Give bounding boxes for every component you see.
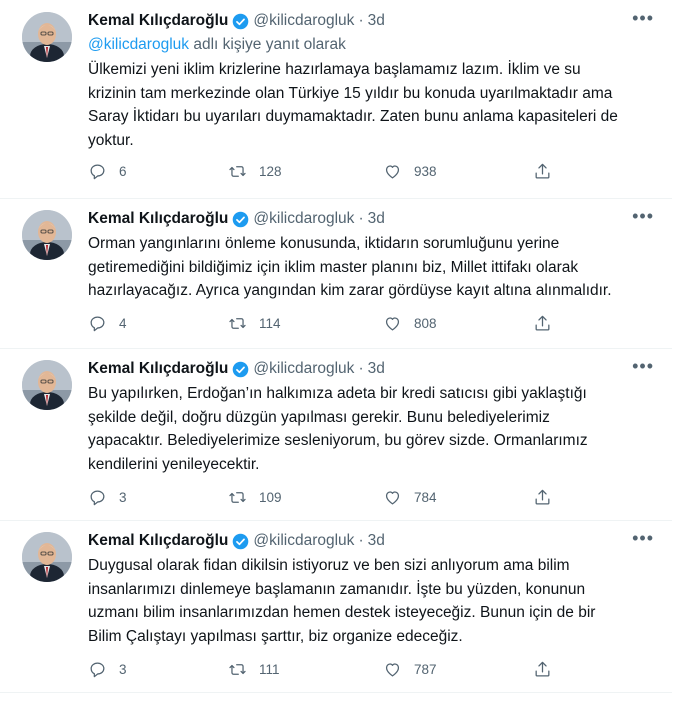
retweet-icon: [229, 165, 246, 177]
like-button[interactable]: 938: [383, 162, 437, 181]
tweet-actions: 6 128 938: [88, 160, 568, 182]
share-button[interactable]: [533, 660, 552, 679]
tweet[interactable]: Kemal Kılıçdaroğlu @kilicdarogluk · 3d •…: [0, 348, 672, 521]
avatar[interactable]: [22, 12, 72, 62]
like-count: 784: [414, 489, 437, 505]
tweet-text: Ülkemizi yeni iklim krizlerine hazırlama…: [88, 61, 618, 149]
verified-badge-icon: [232, 13, 249, 30]
heart-icon: [385, 490, 400, 504]
share-icon: [535, 315, 550, 330]
avatar[interactable]: [22, 532, 72, 582]
author-handle[interactable]: @kilicdarogluk: [253, 532, 354, 550]
retweet-button[interactable]: 128: [228, 162, 282, 181]
separator-dot: ·: [358, 12, 364, 29]
author-handle[interactable]: @kilicdarogluk: [253, 12, 354, 30]
share-button[interactable]: [533, 314, 552, 333]
more-icon[interactable]: •••: [632, 8, 654, 29]
author-handle[interactable]: @kilicdarogluk: [253, 210, 354, 228]
retweet-count: 114: [259, 315, 281, 331]
reply-count: 3: [119, 489, 127, 505]
reply-button[interactable]: 4: [88, 314, 127, 333]
reply-count: 6: [119, 163, 127, 179]
tweet[interactable]: Kemal Kılıçdaroğlu @kilicdarogluk · 3d •…: [0, 0, 672, 199]
tweet-header: Kemal Kılıçdaroğlu @kilicdarogluk · 3d: [88, 208, 662, 230]
tweet-text: Orman yangınlarını önleme konusunda, ikt…: [88, 235, 612, 299]
author-name[interactable]: Kemal Kılıçdaroğlu: [88, 210, 228, 228]
tweet[interactable]: Kemal Kılıçdaroğlu @kilicdarogluk · 3d •…: [0, 520, 672, 693]
tweet-actions: 3 111 787: [88, 658, 568, 680]
separator-dot: ·: [358, 532, 364, 549]
separator-dot: ·: [358, 210, 364, 227]
reply-count: 3: [119, 661, 127, 677]
like-count: 787: [414, 661, 437, 677]
retweet-icon: [229, 317, 246, 329]
timestamp[interactable]: 3d: [368, 532, 385, 550]
reply-icon: [90, 490, 105, 505]
reply-button[interactable]: 3: [88, 488, 127, 507]
like-count: 808: [414, 315, 437, 331]
heart-icon: [385, 662, 400, 676]
retweet-count: 128: [259, 163, 282, 179]
heart-icon: [385, 316, 400, 330]
tweet-feed: Kemal Kılıçdaroğlu @kilicdarogluk · 3d •…: [0, 0, 686, 704]
reply-icon: [90, 662, 105, 677]
reply-context-label: adlı kişiye yanıt olarak: [189, 36, 346, 53]
reply-mention-link[interactable]: @kilicdarogluk: [88, 36, 189, 53]
reply-count: 4: [119, 315, 127, 331]
reply-icon: [90, 316, 105, 331]
tweet-header: Kemal Kılıçdaroğlu @kilicdarogluk · 3d: [88, 10, 662, 32]
tweet-header: Kemal Kılıçdaroğlu @kilicdarogluk · 3d: [88, 530, 662, 552]
more-icon[interactable]: •••: [632, 206, 654, 227]
tweet[interactable]: Kemal Kılıçdaroğlu @kilicdarogluk · 3d •…: [0, 198, 672, 349]
verified-badge-icon: [232, 211, 249, 228]
tweet-text: Duygusal olarak fidan dikilsin istiyoruz…: [88, 557, 596, 645]
avatar[interactable]: [22, 210, 72, 260]
timestamp[interactable]: 3d: [368, 360, 385, 378]
like-button[interactable]: 784: [383, 488, 437, 507]
reply-context: @kilicdarogluk adlı kişiye yanıt olarak: [88, 34, 662, 56]
avatar[interactable]: [22, 360, 72, 410]
reply-button[interactable]: 6: [88, 162, 127, 181]
tweet-actions: 3 109 784: [88, 486, 568, 508]
share-icon: [535, 163, 550, 178]
author-name[interactable]: Kemal Kılıçdaroğlu: [88, 360, 228, 378]
more-icon[interactable]: •••: [632, 356, 654, 377]
tweet-actions: 4 114 808: [88, 312, 568, 334]
author-handle[interactable]: @kilicdarogluk: [253, 360, 354, 378]
tweet-header: Kemal Kılıçdaroğlu @kilicdarogluk · 3d: [88, 358, 662, 380]
like-button[interactable]: 808: [383, 314, 437, 333]
like-count: 938: [414, 163, 437, 179]
reply-icon: [90, 164, 105, 179]
retweet-count: 109: [259, 489, 282, 505]
retweet-icon: [229, 663, 246, 675]
verified-badge-icon: [232, 533, 249, 550]
author-name[interactable]: Kemal Kılıçdaroğlu: [88, 12, 228, 30]
share-icon: [535, 661, 550, 676]
timestamp[interactable]: 3d: [368, 12, 385, 30]
timestamp[interactable]: 3d: [368, 210, 385, 228]
reply-button[interactable]: 3: [88, 660, 127, 679]
retweet-icon: [229, 491, 246, 503]
more-icon[interactable]: •••: [632, 528, 654, 549]
tweet-text: Bu yapılırken, Erdoğan’ın halkımıza adet…: [88, 385, 588, 473]
verified-badge-icon: [232, 361, 249, 378]
heart-icon: [385, 164, 400, 178]
share-button[interactable]: [533, 162, 552, 181]
like-button[interactable]: 787: [383, 660, 437, 679]
retweet-button[interactable]: 114: [228, 314, 281, 333]
share-button[interactable]: [533, 488, 552, 507]
retweet-button[interactable]: 111: [228, 660, 280, 679]
retweet-count: 111: [259, 661, 280, 677]
separator-dot: ·: [358, 360, 364, 377]
author-name[interactable]: Kemal Kılıçdaroğlu: [88, 532, 228, 550]
retweet-button[interactable]: 109: [228, 488, 282, 507]
share-icon: [535, 489, 550, 504]
